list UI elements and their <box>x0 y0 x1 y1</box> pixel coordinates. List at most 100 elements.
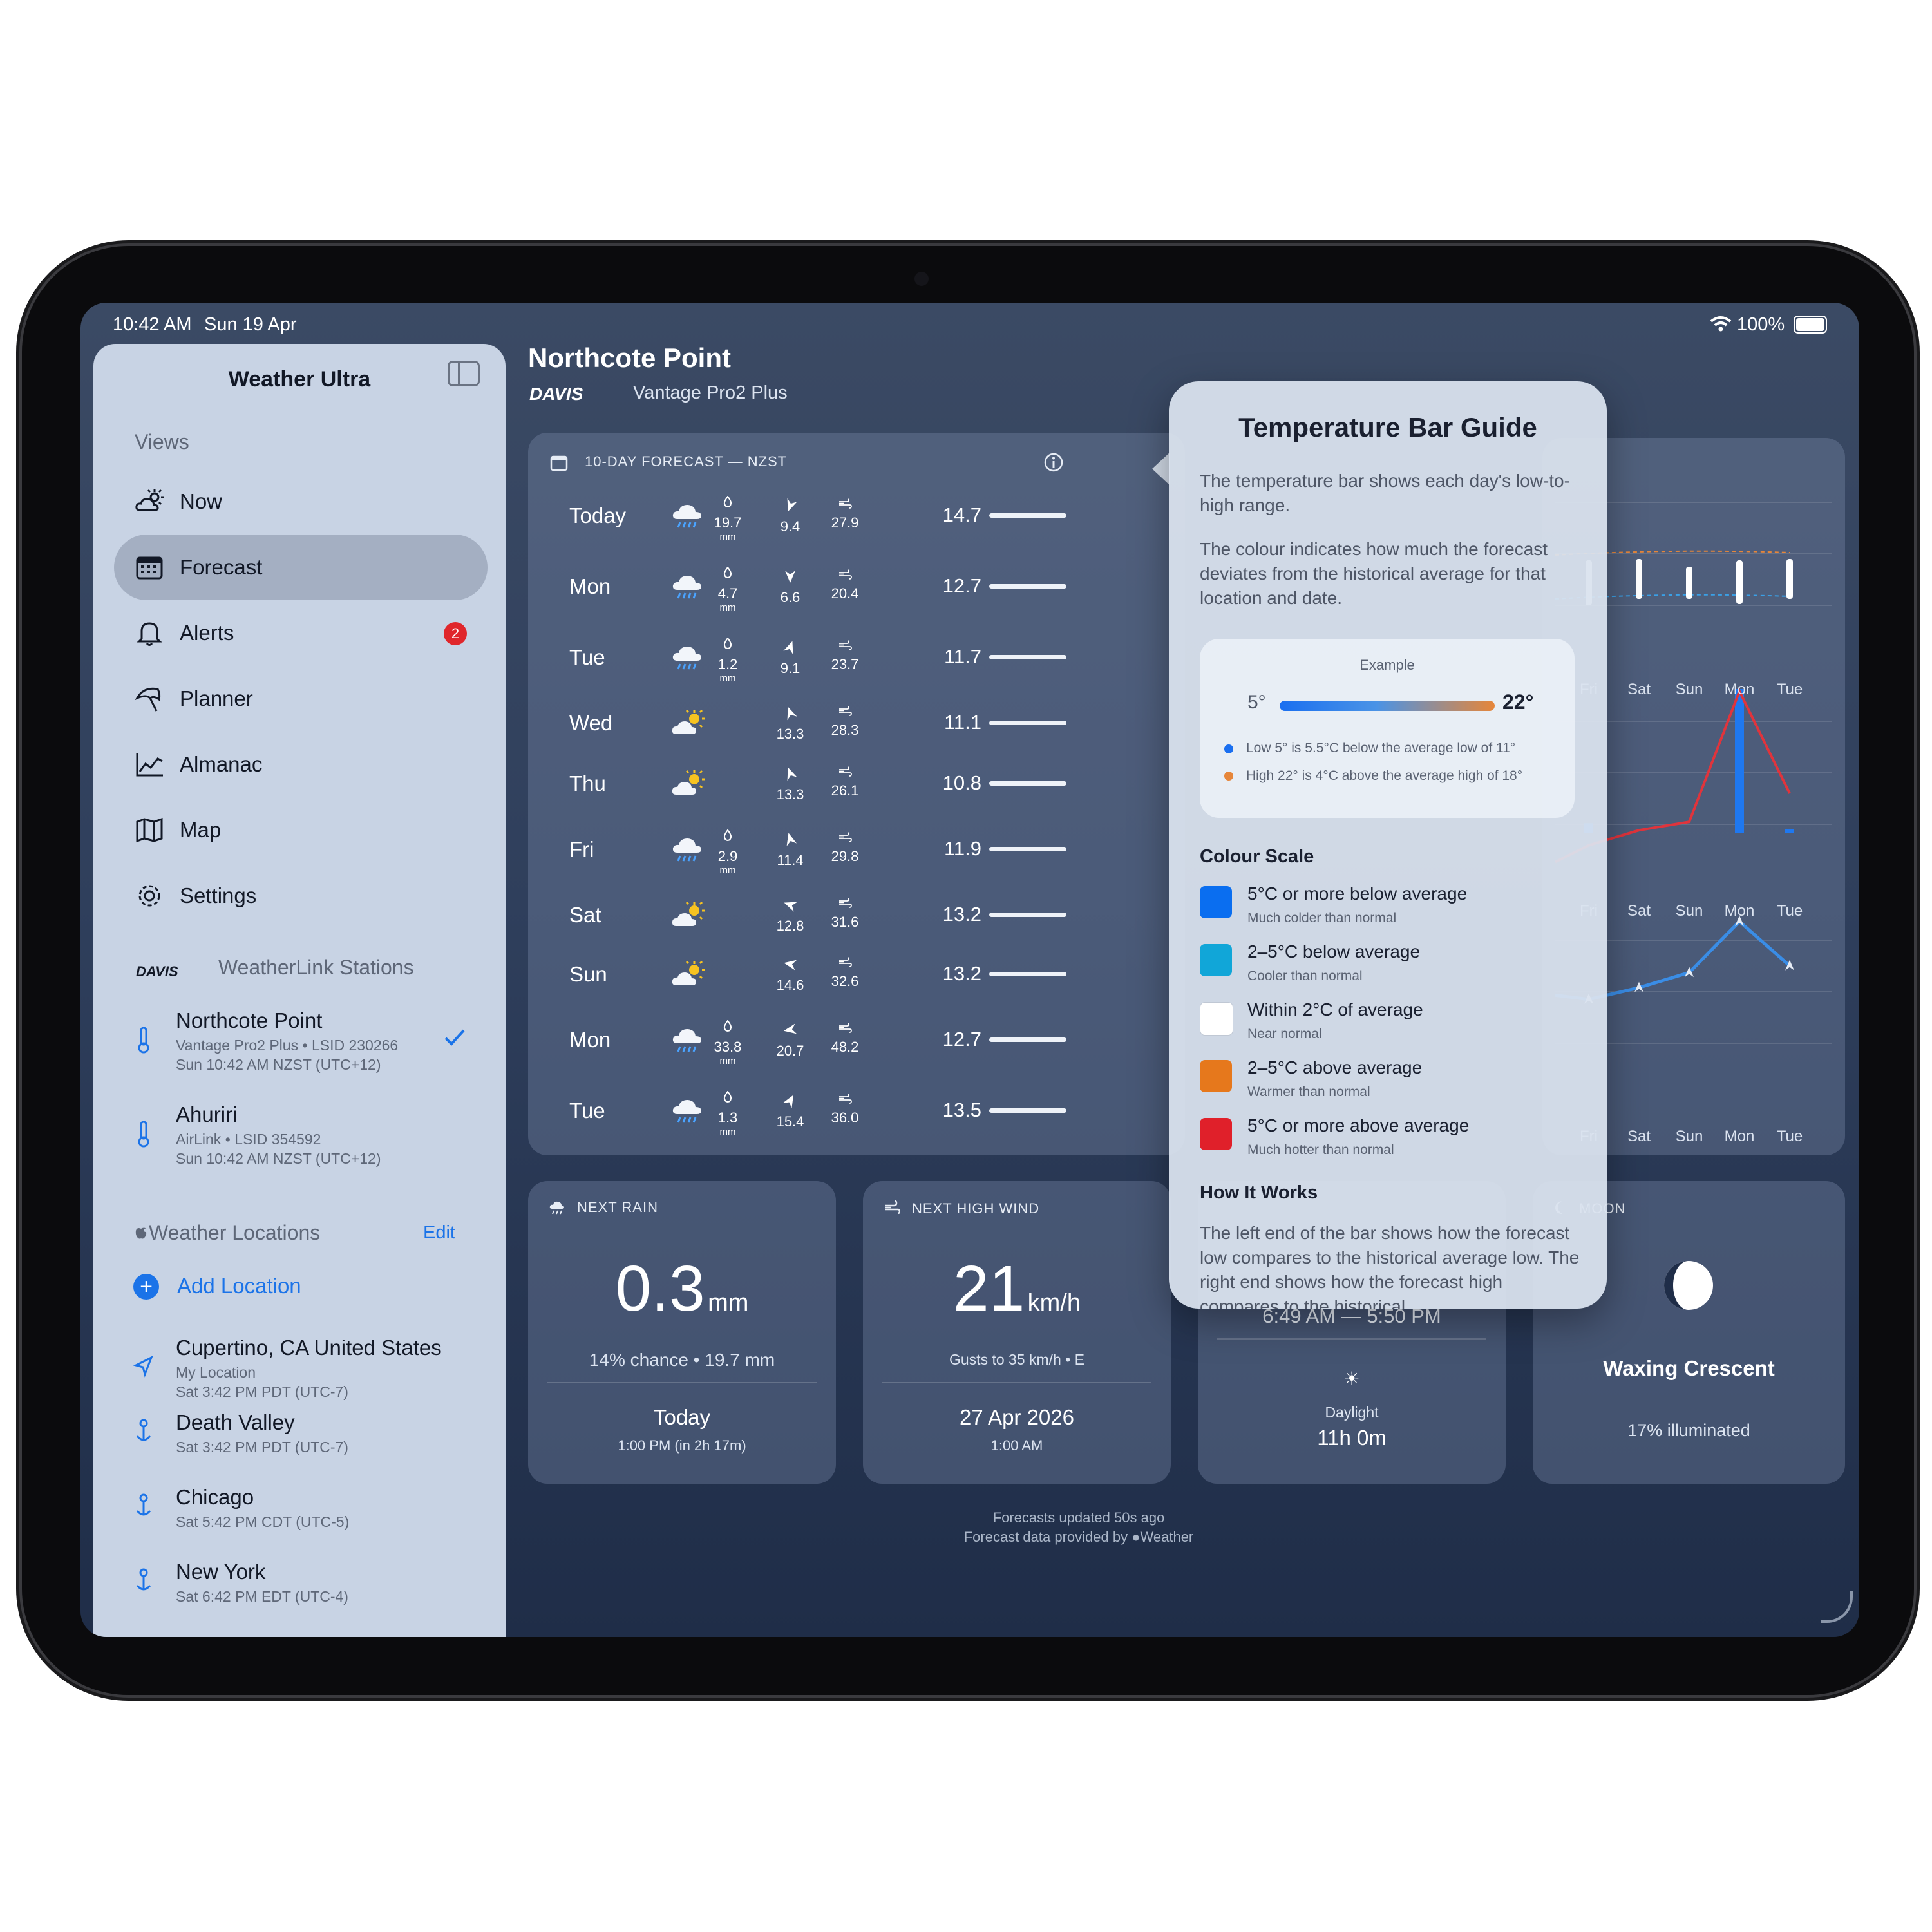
gear-icon <box>138 885 160 907</box>
drop-icon <box>723 495 732 508</box>
temp-low: 13.5 <box>942 1099 981 1121</box>
colour-scale-sub: Warmer than normal <box>1247 1084 1370 1099</box>
forecast-row[interactable]: Tue 1.2 mm 9.1 23.7 11.7 <box>528 629 1108 687</box>
sun-icon: ☀ <box>1343 1368 1360 1388</box>
station-name: Northcote Point <box>176 1009 323 1032</box>
forecast-row[interactable]: Today 19.7 mm 9.4 27.9 14.7 <box>528 487 1108 545</box>
locations-heading: Weather Locations <box>149 1221 321 1244</box>
location-item-cupertino[interactable]: Cupertino, CA United States My Location … <box>93 1328 506 1405</box>
nav-item-forecast[interactable]: Forecast <box>114 535 488 600</box>
forecast-day: Thu <box>569 772 606 795</box>
partly-sunny-icon <box>672 770 705 795</box>
stations-heading: WeatherLink Stations <box>218 956 414 979</box>
forecast-row[interactable]: Mon 33.8 mm 20.7 48.2 12.7 <box>528 1011 1108 1069</box>
location-name: Chicago <box>176 1485 254 1509</box>
next-wind-tile[interactable]: NEXT HIGH WIND 21 km/h Gusts to 35 km/h … <box>863 1181 1171 1484</box>
next-rain-detail: 14% chance • 19.7 mm <box>589 1350 775 1370</box>
wind-speed: 9.1 <box>776 640 804 677</box>
next-rain-tile[interactable]: NEXT RAIN 0.3 mm 14% chance • 19.7 mm To… <box>528 1181 836 1484</box>
wind-icon <box>839 1023 852 1033</box>
location-item-chicago[interactable]: Chicago Sat 5:42 PM CDT (UTC-5) <box>93 1477 506 1548</box>
colour-scale-label: 5°C or more above average <box>1247 1115 1470 1135</box>
forecast-row[interactable]: Tue 1.3 mm 15.4 36.0 13.5 <box>528 1082 1108 1140</box>
daylight-value: 11h 0m <box>1317 1426 1387 1450</box>
temp-bar <box>989 721 1066 725</box>
x-axis-label: Sun <box>1676 902 1703 920</box>
apple-logo-icon: ● <box>1132 1529 1141 1545</box>
location-time: Sat 5:42 PM CDT (UTC-5) <box>176 1513 350 1530</box>
info-icon[interactable] <box>1043 452 1064 473</box>
forecast-row[interactable]: Wed 13.3 28.3 11.1 <box>528 694 1108 752</box>
next-rain-unit: mm <box>708 1289 749 1316</box>
edit-button[interactable]: Edit <box>423 1222 455 1244</box>
location-arrow-icon <box>133 1355 153 1378</box>
forecast-row[interactable]: Thu 13.3 26.1 10.8 <box>528 755 1108 813</box>
nav-item-map[interactable]: Map <box>114 797 488 863</box>
rain-amount: 4.7 mm <box>710 566 746 613</box>
station-item-ahuriri[interactable]: Ahuriri AirLink • LSID 354592 Sun 10:42 … <box>93 1095 506 1185</box>
wind-speed: 9.4 <box>776 498 804 535</box>
divider <box>547 1382 817 1383</box>
nav-item-almanac[interactable]: Almanac <box>114 732 488 797</box>
battery-percent: 100% <box>1737 314 1785 335</box>
station-item-northcote[interactable]: Northcote Point Vantage Pro2 Plus • LSID… <box>93 1001 506 1091</box>
temp-low: 13.2 <box>942 962 981 985</box>
next-wind-detail: Gusts to 35 km/h • E <box>949 1351 1085 1368</box>
forecast-day: Today <box>569 504 627 527</box>
plus-icon: + <box>133 1274 159 1300</box>
divider <box>882 1382 1151 1383</box>
nav-item-alerts[interactable]: Alerts 2 <box>114 600 488 666</box>
nav-item-planner[interactable]: Planner <box>114 666 488 732</box>
x-axis-label: Mon <box>1725 681 1755 698</box>
cloud-sun-icon <box>135 489 164 511</box>
example-label: Example <box>1359 657 1415 673</box>
drop-icon <box>723 1090 732 1103</box>
example-note-high: High 22° is 4°C above the average high o… <box>1246 768 1523 783</box>
forecast-day: Fri <box>569 837 594 861</box>
add-location-button[interactable]: + Add Location <box>93 1265 506 1310</box>
forecast-card: 10-DAY FORECAST — NZST Today 19.7 mm 9.4 27.… <box>528 433 1185 1155</box>
location-sub: My Location <box>176 1364 256 1381</box>
colour-scale-sub: Near normal <box>1247 1027 1322 1041</box>
forecast-day: Wed <box>569 711 613 735</box>
temp-low: 11.9 <box>943 837 981 860</box>
temp-range-bar <box>1786 559 1793 599</box>
colour-scale-label: Within 2°C of average <box>1247 999 1423 1019</box>
page-title: Northcote Point <box>528 343 731 373</box>
forecast-row[interactable]: Sat 12.8 31.6 13.2 <box>528 886 1108 944</box>
station-model: AirLink • LSID 354592 <box>176 1131 321 1148</box>
rain-cloud-icon <box>672 1100 701 1123</box>
wind-speed: 20.7 <box>776 1023 804 1059</box>
x-axis-label: Sun <box>1676 681 1703 698</box>
example-temp-bar <box>1280 701 1495 711</box>
wind-speed: 13.3 <box>776 706 804 743</box>
rain-amount: 2.9 mm <box>710 829 746 876</box>
location-item-death-valley[interactable]: Death Valley Sat 3:42 PM PDT (UTC-7) <box>93 1403 506 1473</box>
add-location-label: Add Location <box>177 1274 301 1298</box>
location-item-new-york[interactable]: New York Sat 6:42 PM EDT (UTC-4) <box>93 1552 506 1623</box>
rain-cloud-icon <box>672 647 701 670</box>
line-chart-icon <box>136 753 163 777</box>
rain-cloud-icon <box>549 1201 564 1215</box>
forecast-row[interactable]: Sun 14.6 32.6 13.2 <box>528 945 1108 1003</box>
forecast-row[interactable]: Fri 2.9 mm 11.4 29.8 11.9 <box>528 820 1108 878</box>
screen: 10:42 AM Sun 19 Apr 100% Weather Ultra V… <box>80 303 1859 1637</box>
daylight-label: Daylight <box>1325 1404 1379 1421</box>
partly-sunny-icon <box>672 709 705 734</box>
wind-icon <box>839 766 852 777</box>
wind-direction-icon <box>787 767 797 781</box>
nav-label: Alerts <box>180 621 234 645</box>
nav-item-now[interactable]: Now <box>114 469 488 535</box>
next-wind-value-row: 21 km/h <box>863 1252 1171 1326</box>
x-axis-label: Tue <box>1777 1128 1803 1145</box>
forecast-row[interactable]: Mon 4.7 mm 6.6 20.4 12.7 <box>528 558 1108 616</box>
footer-updated: Forecasts updated 50s ago <box>992 1510 1165 1526</box>
station-name: Ahuriri <box>176 1103 238 1126</box>
wind-gust: 28.3 <box>826 706 864 739</box>
bell-icon <box>137 622 162 646</box>
temperature-bar-guide-popover: Temperature Bar Guide The temperature ba… <box>1169 381 1607 1309</box>
map-icon <box>136 817 163 843</box>
sidebar-toggle-icon[interactable] <box>448 361 480 386</box>
location-name: New York <box>176 1560 266 1584</box>
nav-item-settings[interactable]: Settings <box>114 863 488 929</box>
